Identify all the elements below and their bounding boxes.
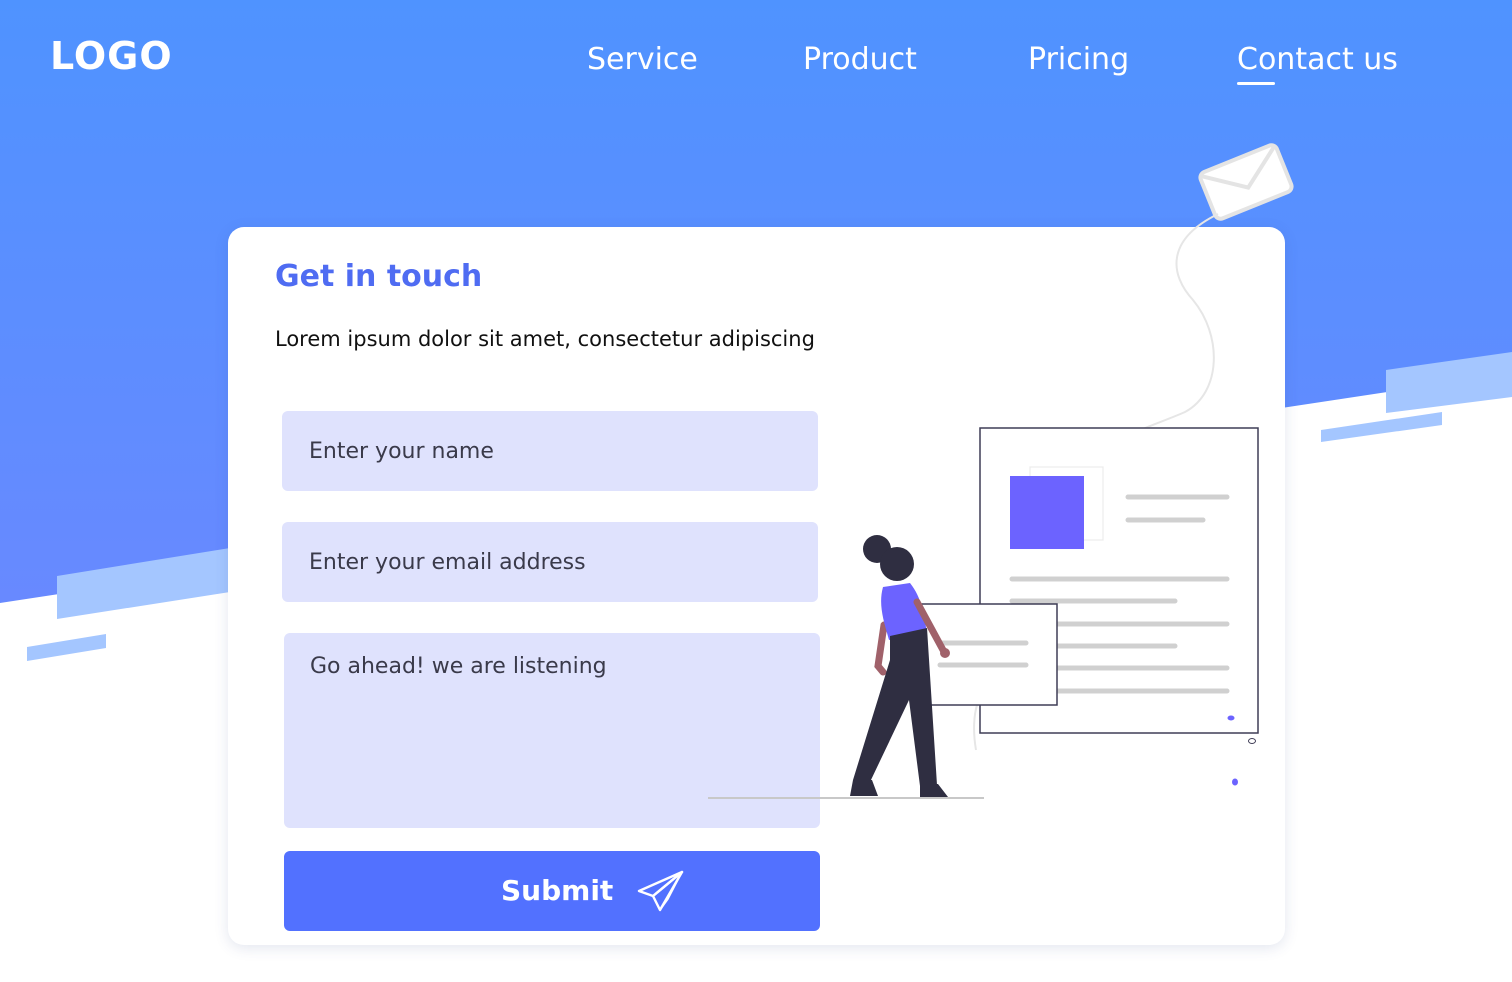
paper-plane-icon [637, 870, 684, 912]
deco-stripe-right-2 [1321, 412, 1442, 442]
deco-stripe-left-2 [27, 634, 106, 661]
card-description: Lorem ipsum dolor sit amet, consectetur … [275, 327, 815, 351]
name-input[interactable] [282, 411, 818, 491]
nav-contact-us[interactable]: Contact us [1237, 42, 1398, 85]
nav-service[interactable]: Service [587, 42, 698, 77]
email-input[interactable] [282, 522, 818, 602]
submit-button[interactable]: Submit [284, 851, 820, 931]
submit-label: Submit [501, 874, 614, 907]
main-nav: Service Product Pricing Contact us [0, 42, 1512, 92]
contact-card: Get in touch Lorem ipsum dolor sit amet,… [228, 227, 1285, 945]
nav-pricing[interactable]: Pricing [1028, 42, 1129, 77]
card-title: Get in touch [275, 259, 483, 294]
message-textarea[interactable] [284, 633, 820, 828]
nav-product[interactable]: Product [803, 42, 917, 77]
